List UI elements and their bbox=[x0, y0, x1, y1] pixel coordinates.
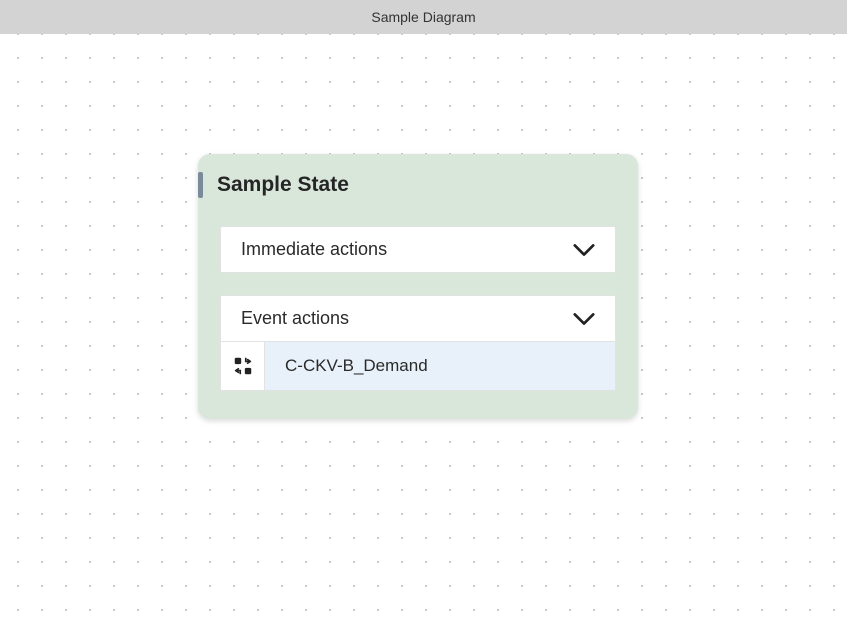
transition-icon bbox=[221, 342, 265, 390]
state-marker bbox=[198, 172, 203, 198]
chevron-down-icon bbox=[573, 243, 595, 257]
event-action-item[interactable]: C-CKV-B_Demand bbox=[221, 341, 615, 390]
chevron-down-icon bbox=[573, 312, 595, 326]
event-action-item-label: C-CKV-B_Demand bbox=[265, 342, 615, 390]
immediate-actions-header[interactable]: Immediate actions bbox=[221, 227, 615, 272]
diagram-title: Sample Diagram bbox=[371, 9, 475, 25]
event-actions-section: Event actions C-CKV-B_Demand bbox=[220, 295, 616, 391]
event-actions-header[interactable]: Event actions bbox=[221, 296, 615, 341]
diagram-canvas[interactable]: Sample State Immediate actions Event act… bbox=[0, 34, 847, 618]
state-title: Sample State bbox=[217, 173, 349, 197]
immediate-actions-label: Immediate actions bbox=[241, 239, 387, 260]
immediate-actions-section: Immediate actions bbox=[220, 226, 616, 273]
state-node[interactable]: Sample State Immediate actions Event act… bbox=[198, 154, 638, 419]
event-actions-label: Event actions bbox=[241, 308, 349, 329]
diagram-header: Sample Diagram bbox=[0, 0, 847, 34]
state-title-row: Sample State bbox=[212, 172, 624, 198]
